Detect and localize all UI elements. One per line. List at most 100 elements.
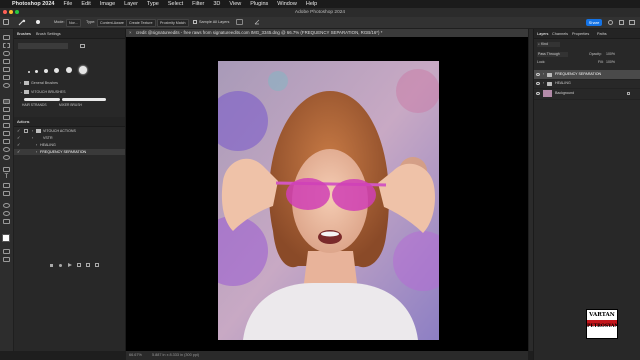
eyedropper-tool-icon[interactable] <box>3 83 10 88</box>
mode-select[interactable]: Nor... <box>66 19 81 27</box>
create-texture-toggle[interactable]: Create Texture <box>126 19 156 27</box>
blur-tool-icon[interactable] <box>3 147 10 152</box>
frame-tool-icon[interactable] <box>3 75 10 80</box>
record-icon[interactable] <box>59 264 62 267</box>
recent-brush-5[interactable] <box>66 67 72 73</box>
menu-edit[interactable]: Edit <box>81 1 90 7</box>
recent-brush-3[interactable] <box>44 69 48 73</box>
menu-view[interactable]: View <box>229 1 241 7</box>
play-icon[interactable] <box>68 263 72 267</box>
document-info[interactable]: 5.887 in x 8.333 in (300 ppi) <box>152 353 199 357</box>
angle-icon[interactable] <box>254 19 260 25</box>
new-set-icon[interactable] <box>77 263 81 267</box>
home-icon[interactable] <box>3 19 9 25</box>
share-button[interactable]: Share <box>586 19 602 26</box>
gradient-tool-icon[interactable] <box>3 139 10 144</box>
mode-label: Mode: <box>54 20 65 24</box>
screen-mode-icon[interactable] <box>3 257 10 262</box>
marquee-tool-icon[interactable] <box>3 43 10 48</box>
stop-icon[interactable] <box>50 264 53 267</box>
sample-all-layers-checkbox[interactable] <box>193 20 197 24</box>
move-tool-icon[interactable] <box>3 35 10 40</box>
tab-channels[interactable]: Channels <box>552 31 568 37</box>
zoom-level[interactable]: 66.67% <box>129 353 142 357</box>
action-row-selected[interactable]: ✓ › FREQUENCY SEPARATION <box>14 149 125 155</box>
menu-window[interactable]: Window <box>277 1 297 7</box>
menu-3d[interactable]: 3D <box>213 1 220 7</box>
path-selection-tool-icon[interactable] <box>3 183 10 188</box>
tab-layers[interactable]: Layers <box>537 31 548 37</box>
dodge-tool-icon[interactable] <box>3 155 10 160</box>
new-brush-icon[interactable] <box>80 44 85 48</box>
action-row[interactable]: ✓ › HEALING <box>14 142 125 148</box>
fill-value[interactable]: 100% <box>606 60 615 64</box>
rectangle-tool-icon[interactable] <box>3 191 10 196</box>
brush-stroke-preview-2[interactable] <box>62 98 106 101</box>
menu-file[interactable]: File <box>63 1 72 7</box>
lasso-tool-icon[interactable] <box>3 51 10 56</box>
menu-filter[interactable]: Filter <box>192 1 204 7</box>
brush-tool-icon[interactable] <box>3 107 10 112</box>
menu-image[interactable]: Image <box>100 1 115 7</box>
brush-size-preview[interactable] <box>36 20 40 24</box>
menu-layer[interactable]: Layer <box>124 1 138 7</box>
object-selection-tool-icon[interactable] <box>3 59 10 64</box>
menu-type[interactable]: Type <box>147 1 159 7</box>
recent-brush-4[interactable] <box>54 68 59 73</box>
brush-stroke-preview-1[interactable] <box>24 98 60 101</box>
layer-name: HEALING <box>555 81 571 85</box>
tab-brush-settings[interactable]: Brush Settings <box>36 31 61 37</box>
blend-mode-select[interactable]: Pass Through <box>537 52 568 57</box>
visibility-eye-icon[interactable] <box>536 73 540 76</box>
foreground-color-swatch[interactable] <box>2 234 10 242</box>
visibility-eye-icon[interactable] <box>536 82 540 85</box>
filter-kind-select[interactable]: ⌕ Kind <box>537 42 560 47</box>
eraser-tool-icon[interactable] <box>3 131 10 136</box>
app-menu[interactable]: Photoshop 2024 <box>12 1 54 7</box>
action-row[interactable]: ✓ › VSTR <box>14 135 125 141</box>
layer-row-background[interactable]: Background <box>534 88 640 100</box>
quick-mask-icon[interactable] <box>3 249 10 254</box>
recent-brush-6[interactable] <box>79 66 87 74</box>
tab-actions[interactable]: Actions <box>17 119 29 125</box>
content-aware-toggle[interactable]: Content-Aware <box>97 19 127 27</box>
type-tool-icon[interactable]: T <box>3 174 10 180</box>
recent-brush-1[interactable] <box>28 71 30 73</box>
clone-stamp-tool-icon[interactable] <box>3 115 10 120</box>
proximity-match-toggle[interactable]: Proximity Match <box>157 19 189 27</box>
pressure-size-icon[interactable] <box>236 19 243 25</box>
menu-select[interactable]: Select <box>168 1 183 7</box>
brush-mixer[interactable]: MIXER BRUSH <box>59 103 82 107</box>
dialog-toggle-icon[interactable] <box>24 129 28 133</box>
crop-tool-icon[interactable] <box>3 67 10 72</box>
new-action-icon[interactable] <box>86 263 90 267</box>
spot-healing-tool-icon[interactable] <box>3 99 10 104</box>
recent-brush-2[interactable] <box>35 70 38 73</box>
menu-plugins[interactable]: Plugins <box>250 1 268 7</box>
pen-tool-icon[interactable] <box>3 167 10 172</box>
trash-icon[interactable] <box>95 263 99 267</box>
spot-healing-brush-icon[interactable] <box>18 19 26 26</box>
brush-size-slider[interactable] <box>18 43 68 49</box>
action-set-row[interactable]: ✓ › VITOUCH ACTIONS <box>14 128 125 134</box>
brush-hair-strands[interactable]: HAIR STRANDS <box>22 103 47 107</box>
menu-help[interactable]: Help <box>306 1 317 7</box>
arrange-icon[interactable] <box>629 20 635 25</box>
preset-general-brushes[interactable]: General Brushes <box>31 81 58 85</box>
workspace-icon[interactable] <box>619 20 624 25</box>
opacity-value[interactable]: 100% <box>606 52 615 56</box>
canvas-area[interactable] <box>126 37 528 351</box>
preset-vitouch-brushes[interactable]: VITOUCH BRUSHES <box>31 90 65 94</box>
tab-properties[interactable]: Properties <box>572 31 589 37</box>
layer-name: Background <box>555 91 575 95</box>
edit-toolbar-icon[interactable] <box>3 219 10 224</box>
brushes-tabbar: Brushes Brush Settings <box>14 29 125 39</box>
tab-paths[interactable]: Paths <box>597 31 607 37</box>
document-title: credit @signatureedits - free raws from … <box>135 30 383 35</box>
history-brush-tool-icon[interactable] <box>3 123 10 128</box>
search-icon[interactable] <box>608 20 613 25</box>
tab-brushes[interactable]: Brushes <box>17 31 31 37</box>
zoom-tool-icon[interactable] <box>3 211 10 216</box>
hand-tool-icon[interactable] <box>3 203 10 208</box>
visibility-eye-icon[interactable] <box>536 92 540 95</box>
